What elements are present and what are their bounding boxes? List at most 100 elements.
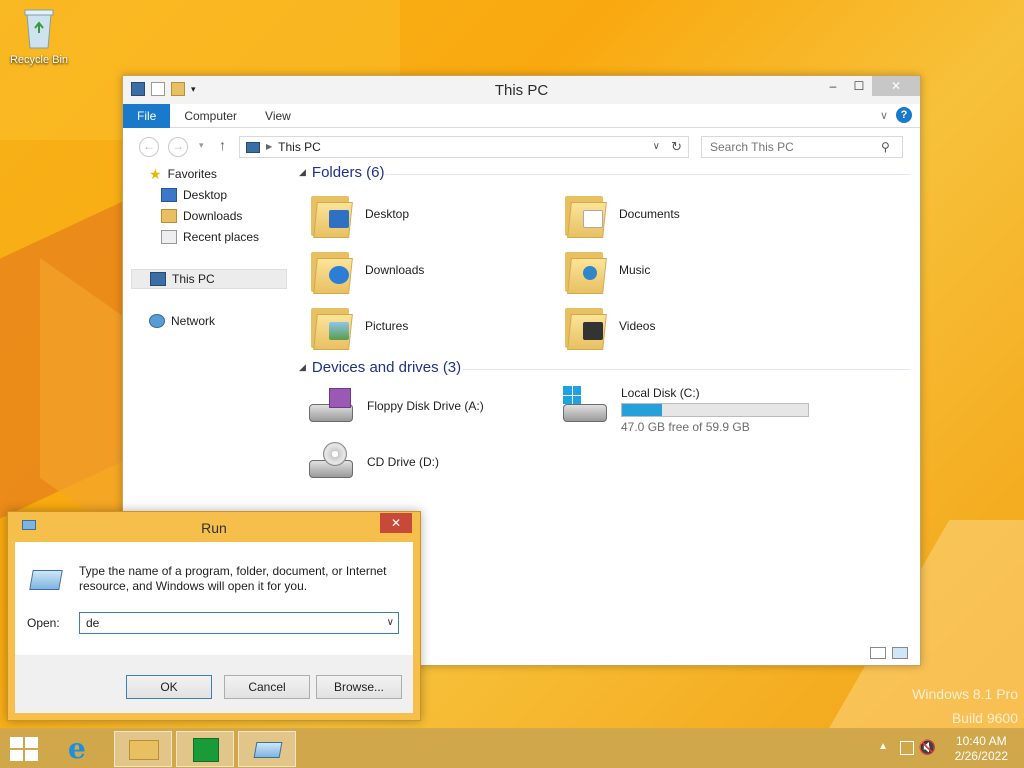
drive-cd[interactable]: CD Drive (D:)	[307, 442, 439, 482]
nav-favorites-label: Favorites	[167, 167, 217, 181]
tab-view[interactable]: View	[251, 104, 305, 128]
ok-button[interactable]: OK	[126, 675, 212, 699]
windows-logo-icon	[10, 737, 23, 748]
run-program-icon	[29, 570, 63, 590]
nav-this-pc-label: This PC	[172, 272, 215, 286]
nav-favorites[interactable]: ★ Favorites	[149, 164, 217, 184]
expand-ribbon-chevron-icon[interactable]: ∨	[880, 109, 888, 122]
taskbar-store[interactable]	[176, 731, 234, 767]
network-icon	[149, 314, 165, 328]
breadcrumb-separator-icon[interactable]: ▶	[266, 137, 272, 157]
recycle-bin-icon	[21, 6, 57, 50]
folder-label: Desktop	[365, 207, 410, 221]
network-status-icon[interactable]	[900, 741, 914, 755]
clock[interactable]: 10:40 AM 2/26/2022	[955, 734, 1008, 764]
nav-downloads-label: Downloads	[183, 209, 243, 223]
drive-floppy[interactable]: Floppy Disk Drive (A:)	[307, 386, 484, 426]
tab-computer[interactable]: Computer	[170, 104, 251, 128]
folder-downloads[interactable]: Downloads	[309, 246, 424, 294]
drive-local-c[interactable]: Local Disk (C:) 47.0 GB free of 59.9 GB	[561, 386, 809, 434]
run-body: Type the name of a program, folder, docu…	[15, 542, 413, 655]
run-dialog: Run ✕ Type the name of a program, folder…	[7, 511, 421, 721]
up-button[interactable]: ↑	[219, 137, 226, 153]
divider	[385, 174, 910, 175]
refresh-icon[interactable]: ↻	[671, 137, 682, 157]
nav-downloads[interactable]: Downloads	[161, 206, 242, 226]
run-titlebar[interactable]: Run ✕	[8, 512, 420, 542]
nav-this-pc[interactable]: This PC	[131, 269, 287, 289]
file-explorer-icon	[129, 740, 159, 760]
desktop-icon	[161, 188, 177, 202]
folder-label: Pictures	[365, 319, 409, 333]
disk-usage-bar	[621, 403, 809, 417]
show-hidden-icons-chevron-icon[interactable]: ▲	[878, 741, 888, 752]
music-folder-icon	[563, 246, 607, 294]
folder-documents[interactable]: Documents	[563, 190, 680, 238]
nav-recent-places[interactable]: Recent places	[161, 227, 259, 247]
divider	[463, 369, 910, 370]
run-title: Run	[201, 520, 227, 536]
open-label: Open:	[27, 616, 60, 630]
drive-free-space: 47.0 GB free of 59.9 GB	[621, 420, 750, 434]
devices-group-header[interactable]: ◢ Devices and drives (3)	[299, 359, 461, 376]
folder-desktop[interactable]: Desktop	[309, 190, 409, 238]
nav-desktop-label: Desktop	[183, 188, 228, 202]
folder-label: Music	[619, 263, 651, 277]
ribbon-tabs: File Computer View ∨ ?	[123, 103, 920, 128]
local-disk-icon	[561, 386, 609, 426]
recent-locations-chevron-icon[interactable]: ▾	[199, 140, 204, 151]
clock-date: 2/26/2022	[954, 749, 1008, 763]
folder-label: Videos	[619, 319, 656, 333]
large-icons-view-icon[interactable]	[892, 647, 908, 659]
tab-file[interactable]: File	[123, 103, 171, 128]
folders-group-header[interactable]: ◢ Folders (6)	[299, 164, 384, 181]
window-controls: – ☐ ✕	[820, 76, 920, 96]
search-icon[interactable]: ⚲	[881, 140, 890, 154]
back-button[interactable]: ←	[139, 137, 159, 157]
nav-network-label: Network	[171, 314, 216, 328]
open-combobox[interactable]: de ∨	[79, 612, 399, 634]
start-button[interactable]	[10, 737, 38, 761]
folder-pictures[interactable]: Pictures	[309, 302, 408, 350]
address-bar-row: ← → ▾ ↑ ▶ This PC ∨ ↻ Search This PC ⚲	[123, 128, 920, 164]
open-input-value[interactable]: de	[86, 616, 99, 630]
store-icon	[193, 738, 219, 762]
recycle-bin-shortcut[interactable]: Recycle Bin	[4, 6, 74, 66]
close-button[interactable]: ✕	[872, 76, 920, 96]
folder-music[interactable]: Music	[563, 246, 650, 294]
taskbar-file-explorer[interactable]	[114, 731, 172, 767]
address-box[interactable]: ▶ This PC ∨ ↻	[239, 136, 689, 158]
search-input[interactable]: Search This PC	[701, 136, 903, 158]
explorer-titlebar[interactable]: ▾ This PC – ☐ ✕	[123, 76, 920, 104]
drive-label: Floppy Disk Drive (A:)	[367, 399, 484, 413]
desktop-folder-icon	[309, 190, 353, 238]
chevron-down-icon[interactable]: ∨	[387, 613, 394, 633]
address-dropdown-icon[interactable]: ∨	[653, 137, 660, 157]
collapse-group-icon[interactable]: ◢	[299, 167, 306, 178]
floppy-drive-icon	[307, 386, 355, 426]
breadcrumb-this-pc[interactable]: This PC	[278, 137, 321, 157]
details-view-icon[interactable]	[870, 647, 886, 659]
taskbar: e ▲ 🔇 10:40 AM 2/26/2022	[0, 728, 1024, 768]
star-icon: ★	[149, 166, 162, 182]
nav-desktop[interactable]: Desktop	[161, 185, 227, 205]
folder-videos[interactable]: Videos	[563, 302, 655, 350]
maximize-button[interactable]: ☐	[846, 76, 872, 96]
collapse-group-icon[interactable]: ◢	[299, 362, 306, 373]
help-icon[interactable]: ?	[896, 107, 912, 123]
videos-folder-icon	[563, 302, 607, 350]
recycle-bin-label: Recycle Bin	[9, 54, 69, 66]
view-switcher	[870, 647, 908, 659]
this-pc-icon	[150, 272, 166, 286]
run-close-button[interactable]: ✕	[380, 513, 412, 533]
volume-muted-icon[interactable]: 🔇	[919, 739, 936, 756]
minimize-button[interactable]: –	[820, 76, 846, 96]
windows-edition-watermark: Windows 8.1 Pro	[912, 686, 1018, 702]
forward-button[interactable]: →	[168, 137, 188, 157]
taskbar-run[interactable]	[238, 731, 296, 767]
taskbar-internet-explorer[interactable]: e	[54, 731, 112, 767]
nav-network[interactable]: Network	[149, 311, 215, 331]
browse-button[interactable]: Browse...	[316, 675, 402, 699]
cancel-button[interactable]: Cancel	[224, 675, 310, 699]
folder-label: Downloads	[365, 263, 425, 277]
